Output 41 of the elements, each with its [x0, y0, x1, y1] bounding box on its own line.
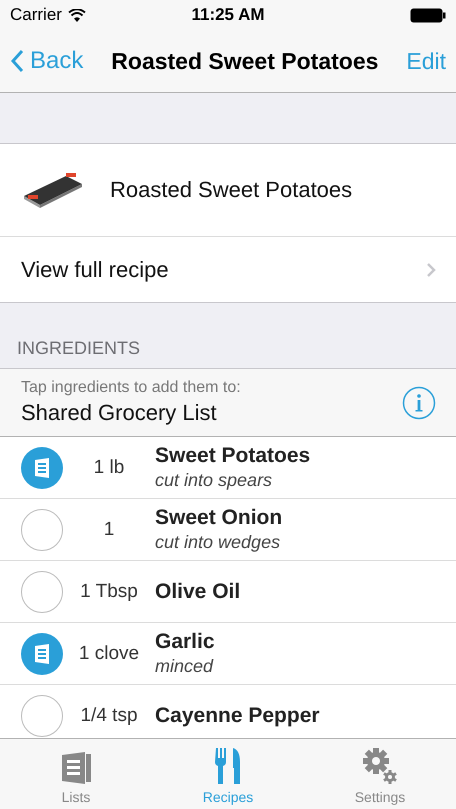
ingredient-checkbox[interactable]	[21, 570, 63, 612]
list-icon	[34, 644, 50, 664]
target-hint: Tap ingredients to add them to:	[21, 379, 242, 397]
ingredient-note: cut into spears	[155, 470, 274, 491]
ingredient-quantity: 1 clove	[78, 642, 140, 664]
ingredient-name: Sweet Potatoes	[155, 444, 310, 468]
ingredient-row[interactable]: 1 lb Sweet Potatoes cut into spears	[0, 437, 456, 499]
list-icon	[59, 751, 93, 785]
battery-icon	[410, 8, 446, 22]
target-list-name: Shared Grocery List	[21, 400, 218, 426]
nav-title: Roasted Sweet Potatoes	[110, 48, 380, 74]
ingredient-name: Olive Oil	[155, 580, 240, 604]
view-recipe-label: View full recipe	[21, 256, 169, 282]
ingredient-quantity: 1/4 tsp	[79, 704, 139, 726]
section-header: INGREDIENTS	[17, 338, 140, 359]
list-icon	[34, 458, 50, 478]
ingredient-checkbox[interactable]	[21, 694, 63, 736]
ingredient-checkbox[interactable]	[21, 508, 63, 550]
roasting-pan-icon	[22, 172, 84, 208]
wifi-icon	[68, 8, 86, 22]
chevron-right-icon	[426, 262, 436, 278]
status-time: 11:25 AM	[191, 5, 265, 25]
ingredient-name: Sweet Onion	[155, 506, 282, 530]
ingredient-quantity: 1	[102, 518, 116, 540]
ingredient-checkbox[interactable]	[21, 446, 63, 488]
info-button[interactable]	[402, 386, 436, 420]
ingredient-row[interactable]: 1 Tbsp Olive Oil	[0, 561, 456, 623]
ingredient-note: cut into wedges	[155, 532, 282, 553]
ingredient-name: Garlic	[155, 630, 215, 654]
carrier-label: Carrier	[10, 5, 62, 25]
fork-knife-icon	[215, 747, 241, 785]
ingredient-note: minced	[155, 656, 214, 677]
chevron-left-icon	[10, 49, 24, 73]
gears-icon	[361, 747, 399, 785]
recipe-name: Roasted Sweet Potatoes	[110, 177, 352, 203]
ingredient-checkbox[interactable]	[21, 632, 63, 674]
ingredient-name: Cayenne Pepper	[155, 704, 320, 728]
view-recipe-row[interactable]: View full recipe	[0, 237, 456, 302]
ingredient-quantity: 1 lb	[92, 456, 126, 478]
ingredient-row[interactable]: 1 Sweet Onion cut into wedges	[0, 499, 456, 561]
ingredient-quantity: 1 Tbsp	[79, 580, 139, 602]
